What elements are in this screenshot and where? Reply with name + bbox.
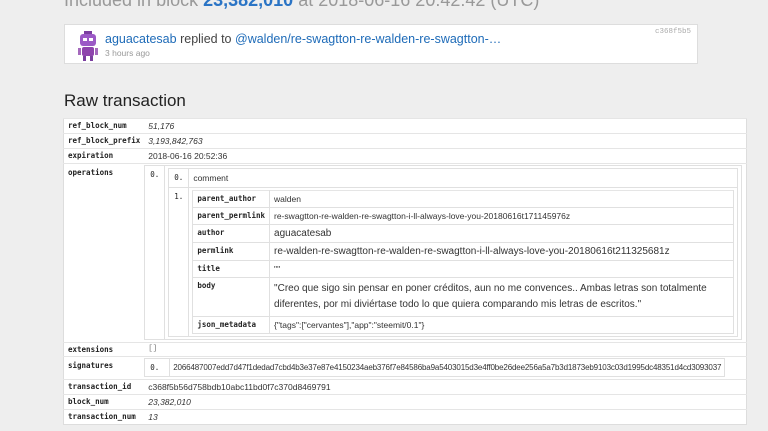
field-value: c368f5b56d758bdb10abc11bd0f7c370d8469791 — [144, 379, 747, 395]
signatures-list: 0. 2066487007edd7d47f1dedad7cbd4b3e37e87… — [144, 358, 726, 377]
table-row: ref_block_prefix 3,193,842,763 — [63, 133, 747, 149]
field-value: 51,176 — [144, 118, 747, 134]
field-value: re-walden-re-swagtton-re-walden-re-swagt… — [269, 242, 735, 261]
field-key: transaction_num — [63, 409, 145, 425]
field-key: parent_permlink — [192, 207, 271, 225]
field-value: "" — [269, 260, 735, 278]
block-number-link[interactable]: 23,382,010 — [203, 0, 293, 10]
field-key: ref_block_prefix — [63, 133, 145, 149]
operations-list: 0. 0. comment 1. parent_author walden pa… — [144, 165, 743, 340]
field-key: ref_block_num — [63, 118, 145, 134]
table-row: transaction_num 13 — [63, 409, 747, 425]
table-row: transaction_id c368f5b56d758bdb10abc11bd… — [63, 379, 747, 395]
table-row: body "Creo que sigo sin pensar en poner … — [192, 277, 735, 317]
table-row: ref_block_num 51,176 — [63, 118, 747, 134]
field-key: operations — [63, 163, 145, 343]
field-value: "Creo que sigo sin pensar en poner crédi… — [269, 277, 735, 317]
table-row: json_metadata {"tags":["cervantes"],"app… — [192, 316, 735, 334]
section-title: Raw transaction — [64, 91, 186, 110]
block-info-suffix: at 2018-06-16 20:42:42 (UTC) — [298, 0, 540, 10]
operation-fields-table: parent_author walden parent_permlink re-… — [192, 190, 735, 334]
table-row: block_num 23,382,010 — [63, 394, 747, 410]
operation-type-index: 0. — [168, 168, 190, 188]
field-key: signatures — [63, 356, 145, 380]
table-row: title "" — [192, 260, 735, 278]
timestamp: 3 hours ago — [105, 48, 150, 58]
field-value: [] — [144, 342, 747, 357]
operation-index: 0. — [144, 165, 166, 340]
operation-item: 0. comment 1. parent_author walden paren… — [168, 168, 739, 337]
transaction-hash-link[interactable]: c368f5b5 — [655, 28, 691, 36]
table-row: author aguacatesab — [192, 224, 735, 243]
field-value: aguacatesab — [269, 224, 735, 243]
field-value: 23,382,010 — [144, 394, 747, 410]
field-value: walden — [269, 190, 735, 208]
block-info-prefix: Included in block — [64, 0, 199, 10]
robot-avatar-icon[interactable] — [75, 31, 101, 61]
table-row: signatures 0. 2066487007edd7d47f1dedad7c… — [63, 356, 747, 380]
raw-transaction-table: ref_block_num 51,176 ref_block_prefix 3,… — [63, 118, 748, 425]
table-row: extensions [] — [63, 342, 747, 357]
operation-card: aguacatesab replied to @walden/re-swagtt… — [64, 24, 698, 64]
signature-value: 2066487007edd7d47f1dedad7cbd4b3e37e87e41… — [169, 358, 726, 377]
table-row: permlink re-walden-re-swagtton-re-walden… — [192, 242, 735, 261]
operation-fields-index: 1. — [168, 187, 190, 337]
field-value: re-swagtton-re-walden-re-swagtton-i-ll-a… — [269, 207, 735, 225]
field-key: json_metadata — [192, 316, 271, 334]
author-link[interactable]: aguacatesab — [105, 32, 177, 46]
operation-summary: aguacatesab replied to @walden/re-swagtt… — [105, 32, 501, 46]
field-key: extensions — [63, 342, 145, 357]
signatures-value: 0. 2066487007edd7d47f1dedad7cbd4b3e37e87… — [144, 356, 747, 380]
table-row: operations 0. 0. comment 1. parent_autho… — [63, 163, 747, 343]
target-permlink-link[interactable]: @walden/re-swagtton-re-walden-re-swagtto… — [235, 32, 501, 46]
field-key: block_num — [63, 394, 145, 410]
field-key: parent_author — [192, 190, 271, 208]
operations-value: 0. 0. comment 1. parent_author walden pa… — [144, 163, 747, 343]
operation-type: comment — [188, 168, 739, 188]
field-key: body — [192, 277, 271, 317]
field-value: 3,193,842,763 — [144, 133, 747, 149]
signature-index: 0. — [144, 358, 171, 377]
table-row: expiration 2018-06-16 20:52:36 — [63, 148, 747, 164]
field-key: permlink — [192, 242, 271, 261]
field-key: expiration — [63, 148, 145, 164]
field-value: 2018-06-16 20:52:36 — [144, 148, 747, 164]
field-value: {"tags":["cervantes"],"app":"steemit/0.1… — [269, 316, 735, 334]
action-text: replied to — [180, 32, 232, 46]
field-key: author — [192, 224, 271, 243]
field-key: transaction_id — [63, 379, 145, 395]
field-key: title — [192, 260, 271, 278]
block-info-header: Included in block 23,382,010 at 2018-06-… — [64, 0, 539, 11]
field-value: 13 — [144, 409, 747, 425]
table-row: parent_author walden — [192, 190, 735, 208]
table-row: parent_permlink re-swagtton-re-walden-re… — [192, 207, 735, 225]
